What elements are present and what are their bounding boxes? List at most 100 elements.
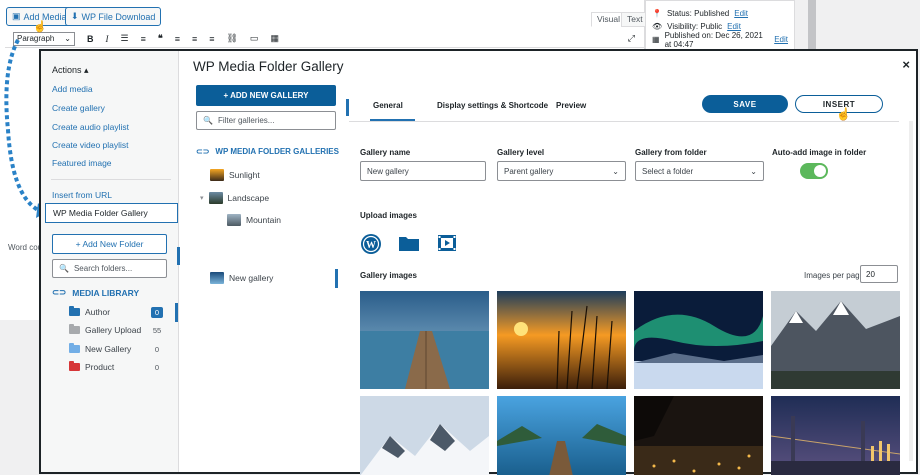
modal-title: WP Media Folder Gallery xyxy=(193,59,344,74)
folder-count: 55 xyxy=(152,325,162,335)
download-icon: ⬇ xyxy=(71,11,79,21)
lake-pier-image[interactable] xyxy=(497,396,626,475)
gallery-thumbnail xyxy=(210,169,224,181)
menu-item-create-audio-playlist[interactable]: Create audio playlist xyxy=(52,122,129,132)
folder-icon xyxy=(69,324,80,334)
paragraph-select[interactable]: Paragraph ⌄ xyxy=(13,31,75,46)
menu-divider xyxy=(51,179,171,180)
folder-resize-handle[interactable] xyxy=(175,303,178,322)
cursor-icon: ☝ xyxy=(33,21,47,33)
bold-icon[interactable]: B xyxy=(87,34,94,44)
folder-author[interactable]: Author 0 xyxy=(69,305,163,319)
tab-display-settings[interactable]: Display settings & Shortcode xyxy=(437,101,548,110)
actions-heading[interactable]: Actions ▴ xyxy=(52,65,89,76)
folder-product[interactable]: Product 0 xyxy=(69,360,163,374)
link-icon: ⊂⊃ xyxy=(196,147,210,156)
fullscreen-icon[interactable]: ⤢ xyxy=(628,33,635,44)
upload-images-label: Upload images xyxy=(360,211,417,220)
folder-new-gallery[interactable]: New Gallery 0 xyxy=(69,342,163,356)
bridge-night-image[interactable] xyxy=(771,396,900,475)
tab-preview[interactable]: Preview xyxy=(556,101,586,110)
gallery-thumbnail xyxy=(210,272,224,284)
chevron-down-icon: ⌄ xyxy=(750,166,757,176)
mountain-peaks-image[interactable] xyxy=(771,291,900,389)
numbered-list-icon[interactable]: ≡ xyxy=(141,34,146,44)
gallery-level-select[interactable]: Parent gallery ⌄ xyxy=(497,161,626,181)
aurora-image[interactable] xyxy=(634,291,763,389)
add-new-gallery-button[interactable]: + ADD NEW GALLERY xyxy=(196,85,336,106)
save-button[interactable]: SAVE xyxy=(702,95,788,113)
gallery-item-landscape[interactable]: ▾ Landscape xyxy=(200,189,269,207)
italic-icon[interactable]: I xyxy=(106,34,109,44)
wordpress-icon[interactable]: W xyxy=(360,233,382,254)
gallery-name-label: Gallery name xyxy=(360,148,411,157)
link-icon[interactable]: ⛓ xyxy=(226,33,237,44)
chevron-down-icon: ▾ xyxy=(200,195,204,202)
chevron-down-icon: ⌄ xyxy=(612,166,619,176)
folder-count: 0 xyxy=(154,344,160,354)
search-icon: 🔍 xyxy=(203,116,213,125)
link-icon: ⊂⊃ xyxy=(52,287,67,297)
gallery-thumbnail xyxy=(208,192,223,204)
active-tab-underline xyxy=(370,119,415,121)
status-edit-link[interactable]: Edit xyxy=(734,9,748,18)
folder-icon[interactable] xyxy=(398,233,420,253)
folder-icon xyxy=(69,343,80,353)
media-icon: ▣ xyxy=(12,11,21,21)
menu-item-create-gallery[interactable]: Create gallery xyxy=(52,103,105,113)
align-left-icon[interactable]: ≡ xyxy=(175,34,180,44)
folder-gallery-upload[interactable]: Gallery Upload 55 xyxy=(69,323,163,337)
media-library-heading[interactable]: ⊂⊃ MEDIA LIBRARY xyxy=(52,287,139,298)
gallery-list-pane: + ADD NEW GALLERY 🔍 Filter galleries... … xyxy=(195,85,340,470)
align-center-icon[interactable]: ≡ xyxy=(192,34,197,44)
snowy-mountains-image[interactable] xyxy=(360,396,489,475)
caret-up-icon: ▴ xyxy=(84,65,89,75)
pointer-cursor-icon: ☝ xyxy=(836,107,851,121)
gallery-thumbnail xyxy=(227,214,241,226)
content-scrollbar[interactable] xyxy=(909,121,913,461)
menu-item-insert-from-url[interactable]: Insert from URL xyxy=(52,190,112,200)
read-more-icon[interactable]: ▭ xyxy=(250,33,259,44)
add-new-folder-button[interactable]: + Add New Folder xyxy=(52,234,167,254)
pier-sunset-image[interactable] xyxy=(360,291,489,389)
menu-item-wp-media-folder-gallery[interactable]: WP Media Folder Gallery xyxy=(45,203,178,223)
gallery-from-folder-label: Gallery from folder xyxy=(635,148,707,157)
menu-item-create-video-playlist[interactable]: Create video playlist xyxy=(52,140,129,150)
menu-resize-handle[interactable] xyxy=(177,247,180,265)
auto-add-label: Auto-add image in folder xyxy=(772,148,867,157)
gallery-item-mountain[interactable]: Mountain xyxy=(227,211,281,229)
pin-icon: 📍 xyxy=(652,9,662,18)
menu-item-featured-image[interactable]: Featured image xyxy=(52,158,112,168)
folder-icon xyxy=(69,361,80,371)
published-edit-link[interactable]: Edit xyxy=(774,35,788,44)
filter-galleries-input[interactable]: 🔍 Filter galleries... xyxy=(196,111,336,130)
scrollbar-strip xyxy=(808,0,816,50)
search-folders-input[interactable]: 🔍 Search folders... xyxy=(52,259,167,278)
tab-general[interactable]: General xyxy=(373,101,403,110)
word-count: Word cou xyxy=(8,243,43,252)
gallery-name-input[interactable]: New gallery xyxy=(360,161,486,181)
city-night-image[interactable] xyxy=(634,396,763,475)
auto-add-toggle[interactable] xyxy=(800,163,828,179)
menu-item-add-media[interactable]: Add media xyxy=(52,84,93,94)
blockquote-icon[interactable]: ❝ xyxy=(158,33,163,44)
folder-icon xyxy=(69,306,80,316)
media-menu: Actions ▴ Add media Create gallery Creat… xyxy=(41,51,179,472)
sunset-reeds-image[interactable] xyxy=(497,291,626,389)
folder-count: 0 xyxy=(154,362,160,372)
selected-gallery-indicator xyxy=(335,269,338,288)
format-toolbar: Paragraph ⌄ B I ☰ ≡ ❝ ≡ ≡ ≡ ⛓ ▭ ▦ ⤢ xyxy=(5,30,645,48)
gallery-item-new-gallery[interactable]: New gallery xyxy=(210,269,273,287)
bulleted-list-icon[interactable]: ☰ xyxy=(121,33,129,44)
gallery-from-folder-select[interactable]: Select a folder ⌄ xyxy=(635,161,764,181)
align-right-icon[interactable]: ≡ xyxy=(209,34,214,44)
images-per-page-input[interactable]: 20 xyxy=(860,265,898,283)
video-icon[interactable] xyxy=(437,233,459,253)
calendar-icon: ▦ xyxy=(652,35,660,44)
close-icon[interactable]: × xyxy=(902,57,910,72)
galleries-heading[interactable]: ⊂⊃ WP MEDIA FOLDER GALLERIES xyxy=(196,147,339,156)
wp-file-download-button[interactable]: ⬇ WP File Download xyxy=(65,7,162,26)
svg-text:W: W xyxy=(366,240,376,251)
gallery-item-sunlight[interactable]: Sunlight xyxy=(210,166,260,184)
toolbar-toggle-icon[interactable]: ▦ xyxy=(270,33,279,44)
